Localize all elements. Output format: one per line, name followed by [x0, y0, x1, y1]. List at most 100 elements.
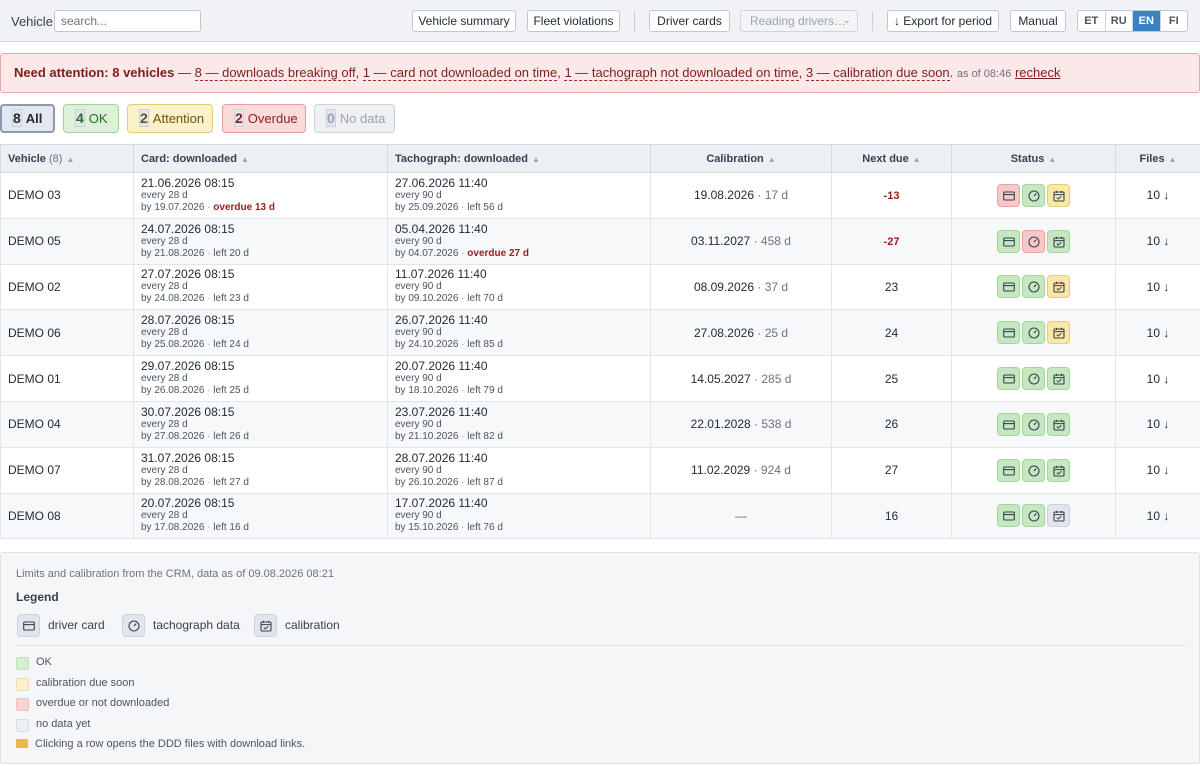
- card-interval: every 28 d: [141, 189, 188, 201]
- lang-fi[interactable]: FI: [1161, 11, 1188, 31]
- files-download[interactable]: 10 ↓: [1115, 172, 1200, 219]
- card-icon: [17, 614, 40, 638]
- tacho-left: left 76 d: [467, 522, 503, 534]
- manual-button[interactable]: Manual: [1010, 10, 1066, 32]
- toolbar-divider: [634, 11, 635, 31]
- legend-panel: Limits and calibration from the CRM, dat…: [0, 552, 1200, 764]
- filter-overdue[interactable]: 2 Overdue: [222, 104, 306, 133]
- files-download[interactable]: 10 ↓: [1115, 355, 1200, 402]
- col-header-status[interactable]: Status ▲: [951, 144, 1116, 173]
- export-period-button[interactable]: ↓ Export for period: [887, 10, 999, 32]
- tacho-deadline: by 04.07.2026 · overdue 27 d: [395, 247, 529, 259]
- calibration-days-left: 924 d: [760, 463, 791, 478]
- col-header-tachograph[interactable]: Tachograph: downloaded ▲: [387, 144, 651, 173]
- calibration-cell: 08.09.2026 · 37 d: [650, 263, 832, 311]
- next-due-cell: 16: [831, 492, 952, 540]
- tacho-cell: 26.07.2026 11:40 every 90 d by 24.10.202…: [387, 309, 651, 357]
- filter-no-data[interactable]: 0 No data: [314, 104, 395, 133]
- table-row[interactable]: DEMO 07 31.07.2026 08:15 every 28 d by 2…: [0, 446, 1200, 494]
- legend-separator: ·: [108, 623, 112, 634]
- card-due-date: by 26.08.2026: [141, 385, 205, 397]
- next-due-value: 25: [884, 371, 899, 386]
- lang-ru[interactable]: RU: [1106, 11, 1133, 31]
- col-header-card[interactable]: Card: downloaded ▲: [133, 144, 388, 173]
- status-calendar-icon: [1047, 275, 1070, 299]
- fleet-violations-button[interactable]: Fleet violations: [527, 10, 620, 32]
- calibration-cell: 11.02.2029 · 924 d: [650, 446, 832, 494]
- files-download[interactable]: 10 ↓: [1115, 492, 1200, 540]
- tacho-download-date: 26.07.2026 11:40: [395, 313, 488, 328]
- card-left: left 16 d: [213, 522, 249, 534]
- card-left: left 26 d: [213, 430, 249, 442]
- vehicle-name: DEMO 01: [0, 355, 134, 402]
- filter-attention[interactable]: 2 Attention: [127, 104, 213, 133]
- tacho-left: left 87 d: [467, 476, 503, 488]
- status-calendar-icon: [1047, 367, 1070, 391]
- calibration-days-left: 25 d: [764, 325, 789, 340]
- table-row[interactable]: DEMO 02 27.07.2026 08:15 every 28 d by 2…: [0, 263, 1200, 311]
- sort-icon: ▲: [1168, 154, 1177, 164]
- card-cell: 30.07.2026 08:15 every 28 d by 27.08.202…: [133, 400, 388, 448]
- table-row[interactable]: DEMO 06 28.07.2026 08:15 every 28 d by 2…: [0, 309, 1200, 357]
- driver-cards-button[interactable]: Driver cards: [649, 10, 730, 32]
- tacho-overdue: overdue 27 d: [467, 247, 529, 259]
- tacho-interval: every 90 d: [395, 510, 442, 522]
- alert-link-card[interactable]: 1 — card not downloaded on time: [362, 65, 558, 81]
- filter-ok[interactable]: 4 OK: [63, 104, 119, 133]
- tacho-deadline: by 25.09.2026 · left 56 d: [395, 201, 503, 213]
- legend-swatch-label: OK: [36, 656, 52, 668]
- filter-label: OK: [88, 111, 108, 126]
- col-header-calibration[interactable]: Calibration ▲: [650, 144, 832, 173]
- status-calendar-icon: [1047, 183, 1070, 207]
- col-header-next-due[interactable]: Next due ▲: [831, 144, 952, 173]
- tacho-download-date: 17.07.2026 11:40: [395, 496, 488, 511]
- files-download[interactable]: 10 ↓: [1115, 309, 1200, 357]
- col-header-label: Files: [1139, 152, 1165, 165]
- calibration-date: —: [735, 508, 747, 523]
- card-download-date: 31.07.2026 08:15: [141, 450, 235, 465]
- vehicle-label: Vehicle:: [11, 14, 57, 29]
- vehicle-search-input[interactable]: [54, 10, 201, 32]
- tacho-deadline: by 15.10.2026 · left 76 d: [395, 522, 503, 534]
- lang-et[interactable]: ET: [1078, 11, 1106, 31]
- vehicle-summary-button[interactable]: Vehicle summary: [412, 10, 516, 32]
- table-row[interactable]: DEMO 03 21.06.2026 08:15 every 28 d by 1…: [0, 172, 1200, 219]
- col-header-vehicle[interactable]: Vehicle (8) ▲: [0, 144, 134, 173]
- filter-all[interactable]: 8 All: [0, 104, 55, 133]
- files-download[interactable]: 10 ↓: [1115, 446, 1200, 494]
- legend-swatch-label: no data yet: [36, 717, 91, 730]
- card-left: left 20 d: [213, 247, 249, 259]
- status-cell: [951, 217, 1116, 265]
- card-download-date: 29.07.2026 08:15: [141, 359, 235, 374]
- files-download[interactable]: 10 ↓: [1115, 217, 1200, 265]
- filter-count: 4: [75, 109, 85, 127]
- col-header-files[interactable]: Files ▲: [1115, 144, 1200, 173]
- card-cell: 20.07.2026 08:15 every 28 d by 17.08.202…: [133, 492, 388, 540]
- tacho-due-date: by 25.09.2026: [395, 201, 459, 213]
- files-download[interactable]: 10 ↓: [1115, 263, 1200, 311]
- lang-en[interactable]: EN: [1133, 11, 1161, 31]
- files-download[interactable]: 10 ↓: [1115, 400, 1200, 448]
- table-row[interactable]: DEMO 01 29.07.2026 08:15 every 28 d by 2…: [0, 355, 1200, 402]
- col-header-label: Card: downloaded: [141, 152, 237, 165]
- status-gauge-icon: [1022, 229, 1045, 253]
- alert-link-downloads[interactable]: 8 — downloads breaking off: [194, 65, 356, 81]
- alert-link-calibration[interactable]: 3 — calibration due soon: [805, 65, 950, 81]
- table-row[interactable]: DEMO 08 20.07.2026 08:15 every 28 d by 1…: [0, 492, 1200, 540]
- reading-drivers-select[interactable]: Reading drivers… ⌄: [740, 10, 858, 32]
- next-due-value: -13: [883, 190, 900, 203]
- col-header-label: Next due: [862, 152, 909, 165]
- tacho-download-date: 05.04.2026 11:40: [395, 221, 488, 236]
- card-download-date: 28.07.2026 08:15: [141, 313, 235, 328]
- table-row[interactable]: DEMO 05 24.07.2026 08:15 every 28 d by 2…: [0, 217, 1200, 265]
- table-row[interactable]: DEMO 04 30.07.2026 08:15 every 28 d by 2…: [0, 400, 1200, 448]
- legend-label: tachograph data: [153, 618, 240, 632]
- card-cell: 24.07.2026 08:15 every 28 d by 21.08.202…: [133, 217, 388, 265]
- vehicle-name: DEMO 06: [0, 309, 134, 357]
- legend-label: driver card: [48, 618, 105, 632]
- next-due-cell: 23: [831, 263, 952, 311]
- status-calendar-icon: [1047, 458, 1070, 482]
- recheck-link[interactable]: recheck: [1015, 65, 1061, 80]
- alert-link-tachograph[interactable]: 1 — tachograph not downloaded on time: [564, 65, 799, 81]
- tacho-interval: every 90 d: [395, 327, 442, 339]
